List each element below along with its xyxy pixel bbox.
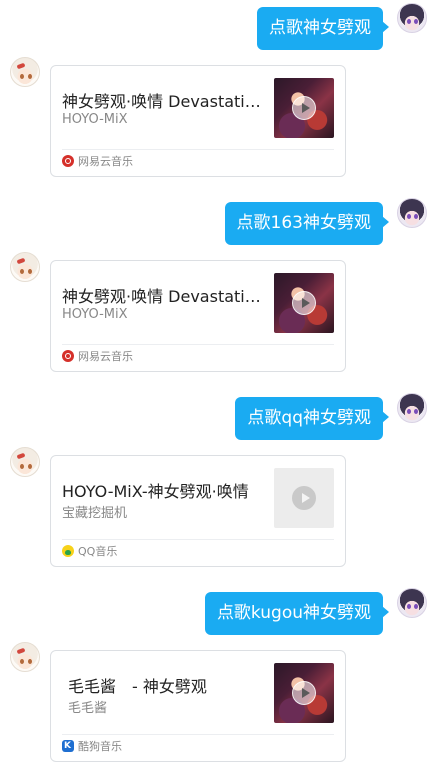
kugou-music-icon xyxy=(62,739,74,753)
avatar-eye xyxy=(407,214,411,219)
avatar-eye xyxy=(28,74,32,79)
user-avatar[interactable] xyxy=(397,393,427,423)
avatar-eye xyxy=(414,19,418,24)
song-artist: 毛毛酱 xyxy=(68,701,108,716)
music-card[interactable]: 神女劈观·唤情 Devastating Beauty HOYO-MiX 网易云音… xyxy=(50,65,346,177)
album-cover[interactable] xyxy=(274,78,334,138)
user-avatar[interactable] xyxy=(397,588,427,618)
netease-music-icon xyxy=(62,350,74,362)
user-message-bubble: 点歌163神女劈观 xyxy=(224,202,390,245)
source-label: 网易云音乐 xyxy=(78,350,133,363)
user-avatar[interactable] xyxy=(397,198,427,228)
avatar-eye xyxy=(407,19,411,24)
card-divider xyxy=(62,734,334,735)
song-title: HOYO-MiX-神女劈观·唤情 xyxy=(62,482,249,501)
user-message-bubble: 点歌神女劈观 xyxy=(257,7,389,50)
music-card[interactable]: 神女劈观·唤情 Devastating Beauty HOYO-MiX 网易云音… xyxy=(50,260,346,372)
song-artist: 宝藏挖掘机 xyxy=(62,506,128,521)
user-avatar[interactable] xyxy=(397,3,427,33)
user-message-bubble: 点歌qq神女劈观 xyxy=(235,397,389,440)
avatar-eye xyxy=(28,659,32,664)
avatar-eye xyxy=(414,409,418,414)
song-title: 毛毛酱 - 神女劈观 xyxy=(68,677,207,696)
avatar-eye xyxy=(20,659,24,664)
avatar-eye xyxy=(20,269,24,274)
music-source: 网易云音乐 xyxy=(62,155,133,169)
avatar-eye xyxy=(28,269,32,274)
play-icon[interactable] xyxy=(292,486,316,510)
avatar-hairpin xyxy=(16,647,26,655)
avatar-hairpin xyxy=(16,257,26,265)
music-source: QQ音乐 xyxy=(62,545,117,559)
song-title: 神女劈观·唤情 Devastating Beauty xyxy=(62,92,262,111)
avatar-eye xyxy=(407,409,411,414)
card-divider xyxy=(62,149,334,150)
album-cover[interactable] xyxy=(274,663,334,723)
user-message-bubble: 点歌kugou神女劈观 xyxy=(204,592,390,635)
netease-music-icon xyxy=(62,155,74,167)
avatar-hairpin xyxy=(16,452,26,460)
avatar-eye xyxy=(20,464,24,469)
album-cover[interactable] xyxy=(274,273,334,333)
avatar-hairpin xyxy=(16,62,26,70)
source-label: QQ音乐 xyxy=(78,545,118,558)
play-icon[interactable] xyxy=(292,291,316,315)
music-source: 网易云音乐 xyxy=(62,350,133,364)
music-card[interactable]: HOYO-MiX-神女劈观·唤情 宝藏挖掘机 QQ音乐 xyxy=(50,455,346,567)
play-icon[interactable] xyxy=(292,96,316,120)
music-source: 酷狗音乐 xyxy=(62,739,122,754)
card-divider xyxy=(62,344,334,345)
song-title: 神女劈观·唤情 Devastating Beauty xyxy=(62,287,262,306)
bot-avatar[interactable] xyxy=(10,642,40,672)
play-icon[interactable] xyxy=(292,681,316,705)
music-card[interactable]: 毛毛酱 - 神女劈观 毛毛酱 酷狗音乐 xyxy=(50,650,346,762)
avatar-eye xyxy=(28,464,32,469)
source-label: 网易云音乐 xyxy=(78,155,133,168)
bot-avatar[interactable] xyxy=(10,447,40,477)
album-cover[interactable] xyxy=(274,468,334,528)
avatar-eye xyxy=(20,74,24,79)
song-artist: HOYO-MiX xyxy=(62,307,128,322)
card-divider xyxy=(62,539,334,540)
avatar-eye xyxy=(414,604,418,609)
song-artist: HOYO-MiX xyxy=(62,112,128,127)
avatar-eye xyxy=(414,214,418,219)
avatar-eye xyxy=(407,604,411,609)
source-label: 酷狗音乐 xyxy=(78,740,122,753)
qq-music-icon xyxy=(62,545,74,557)
bot-avatar[interactable] xyxy=(10,252,40,282)
bot-avatar[interactable] xyxy=(10,57,40,87)
